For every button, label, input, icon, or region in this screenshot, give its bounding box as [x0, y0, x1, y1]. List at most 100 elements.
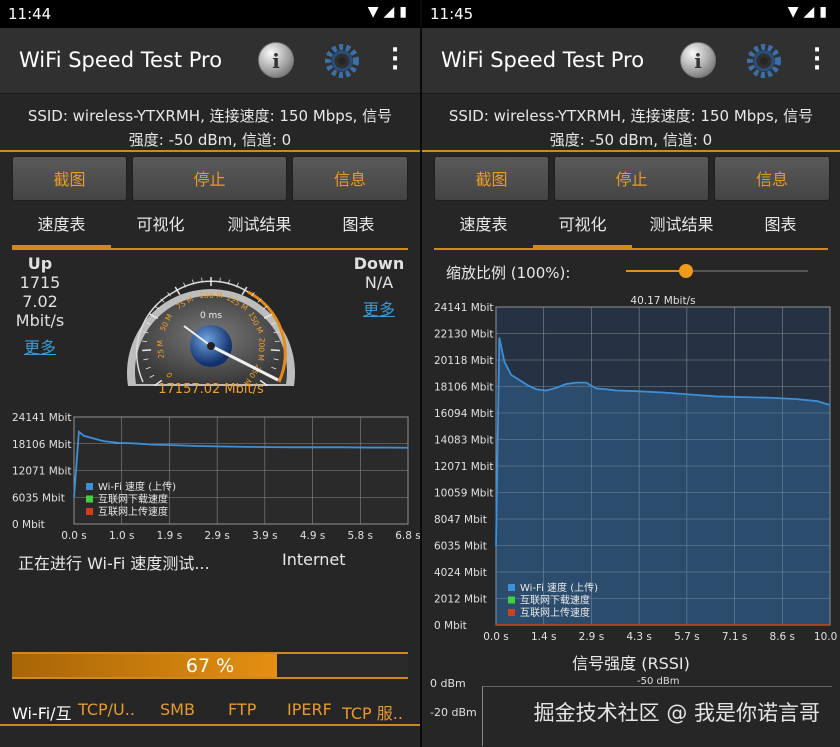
y-tick-label: 18106 Mbit [434, 382, 494, 394]
stop-button[interactable]: 停止 [132, 156, 287, 201]
series-point [595, 387, 597, 390]
rssi-value-label: -50 dBm [637, 676, 680, 687]
info-button[interactable]: 信息 [292, 156, 408, 201]
cell-signal-icon: ◢ [383, 4, 400, 20]
series-point [585, 382, 587, 384]
bottom-tab-iperf[interactable]: IPERF [287, 700, 332, 719]
x-tick-label: 2.9 s [579, 631, 605, 643]
tab-test-results[interactable]: 测试结果 [210, 212, 309, 248]
series-point [151, 444, 154, 446]
series-point [635, 390, 637, 392]
gauge-scale-label: 100 M [199, 291, 222, 300]
legend-swatch [86, 508, 93, 515]
x-tick-label: 5.8 s [348, 530, 374, 542]
series-point [503, 360, 505, 363]
tab-charts[interactable]: 图表 [731, 212, 830, 248]
x-tick-label: 0.0 s [61, 530, 87, 542]
test-target: Internet [282, 550, 346, 569]
zoom-slider[interactable] [626, 264, 808, 278]
tab-visualization[interactable]: 可视化 [111, 212, 210, 248]
tab-test-results[interactable]: 测试结果 [632, 212, 731, 248]
series-point [368, 446, 370, 449]
y-tick-label: 10059 Mbit [434, 488, 494, 500]
tab-speedometer[interactable]: 速度表 [12, 212, 111, 248]
status-time: 11:44 [8, 5, 52, 23]
gauge-tick [142, 349, 152, 352]
gauge-latency: 0 ms [200, 311, 222, 321]
legend-label: 互联网上传速度 [520, 606, 590, 619]
y-tick-label: 14083 Mbit [434, 435, 494, 447]
down-value: N/A [364, 273, 394, 292]
y-tick-label: 6035 Mbit [12, 492, 65, 504]
watermark: 掘金技术社区 @ 我是你诺言哥 [533, 701, 820, 725]
app-bar: WiFi Speed Test Pro i · · · [422, 28, 840, 94]
x-tick-label: 1.4 s [531, 631, 557, 643]
action-bar: 截图 停止 信息 [422, 150, 840, 202]
status-time: 11:45 [430, 5, 474, 23]
y-tick-label: 8047 Mbit [434, 514, 487, 526]
down-more-link[interactable]: 更多 [348, 300, 410, 319]
screenshot-button[interactable]: 截图 [434, 156, 549, 201]
x-tick-label: 3.9 s [252, 530, 278, 542]
bottom-tab-tcp-udp[interactable]: TCP/U.. [78, 700, 135, 719]
status-icons: ▼◢▮ [368, 4, 412, 20]
status-icons: ▼◢▮ [788, 4, 832, 20]
bottom-tabs: Wi-Fi/互 TCP/U.. SMB FTP IPERF TCP 服.. [0, 696, 420, 726]
legend-swatch [86, 483, 93, 490]
info-button[interactable]: 信息 [714, 156, 830, 201]
series-point [796, 398, 798, 400]
bottom-tab-tcp-server[interactable]: TCP 服.. [342, 700, 403, 724]
up-unit: Mbit/s [15, 311, 65, 330]
gear-icon[interactable] [322, 41, 362, 81]
series-point [78, 431, 80, 433]
tab-visualization[interactable]: 可视化 [533, 212, 632, 248]
zoom-label: 缩放比例 (100%): [446, 264, 571, 282]
bottom-tab-ftp[interactable]: FTP [228, 700, 256, 719]
chart-title: 40.17 Mbit/s [630, 295, 695, 307]
series-point [816, 400, 818, 402]
series-point [132, 442, 134, 444]
status-bar: 11:45 ▼◢▮ [422, 0, 840, 28]
y-tick-label: 4024 Mbit [434, 567, 487, 579]
legend-swatch [508, 584, 515, 591]
ssid-line-2: 强度: -50 dBm, 信道: 0 [549, 131, 713, 149]
overflow-menu-icon[interactable]: · · · [810, 40, 824, 80]
wifi-signal-icon: ▼ [787, 4, 804, 20]
up-value-1: 1715 [19, 273, 61, 292]
app-bar: WiFi Speed Test Pro i · · · [0, 28, 420, 94]
y-tick-label: 6035 Mbit [434, 541, 487, 553]
gear-icon[interactable] [744, 41, 784, 81]
tab-charts[interactable]: 图表 [309, 212, 408, 248]
y-tick-label: 12071 Mbit [434, 461, 494, 473]
legend-label: 互联网上传速度 [98, 505, 168, 518]
bottom-tab-smb[interactable]: SMB [160, 700, 195, 719]
y-tick-label: 24141 Mbit [12, 412, 72, 424]
main-tabs: 速度表 可视化 测试结果 图表 [12, 212, 408, 250]
bottom-tab-wifi[interactable]: Wi-Fi/互 [12, 700, 72, 724]
series-point [527, 384, 529, 386]
speed-chart-left: 24141 Mbit 18106 Mbit 12071 Mbit 6035 Mbit 0… [12, 412, 420, 542]
x-tick-label: 7.1 s [722, 631, 748, 643]
y-tick-label: 0 Mbit [434, 620, 467, 632]
series-point [742, 396, 744, 398]
legend-label: 互联网下载速度 [98, 493, 168, 506]
progress-label: 67 % [185, 655, 235, 677]
zoom-row: 缩放比例 (100%): [434, 262, 828, 286]
x-tick-label: 1.9 s [157, 530, 183, 542]
stop-button[interactable]: 停止 [554, 156, 709, 201]
series-point [498, 337, 500, 339]
info-icon[interactable]: i [680, 42, 716, 78]
legend-swatch [508, 596, 515, 604]
tab-speedometer[interactable]: 速度表 [434, 212, 533, 248]
overflow-menu-icon[interactable]: · · · [388, 40, 402, 80]
wifi-signal-icon: ▼ [367, 4, 384, 20]
zoom-slider-fill [626, 270, 687, 272]
download-stat: Down N/A 更多 [348, 254, 410, 319]
x-tick-label: 10.0 s [814, 631, 840, 643]
x-tick-label: 5.7 s [674, 631, 700, 643]
zoom-slider-thumb[interactable] [679, 264, 694, 278]
up-more-link[interactable]: 更多 [8, 338, 72, 357]
legend-label: 互联网下载速度 [520, 594, 590, 607]
info-icon[interactable]: i [258, 42, 294, 78]
screenshot-button[interactable]: 截图 [12, 156, 127, 201]
